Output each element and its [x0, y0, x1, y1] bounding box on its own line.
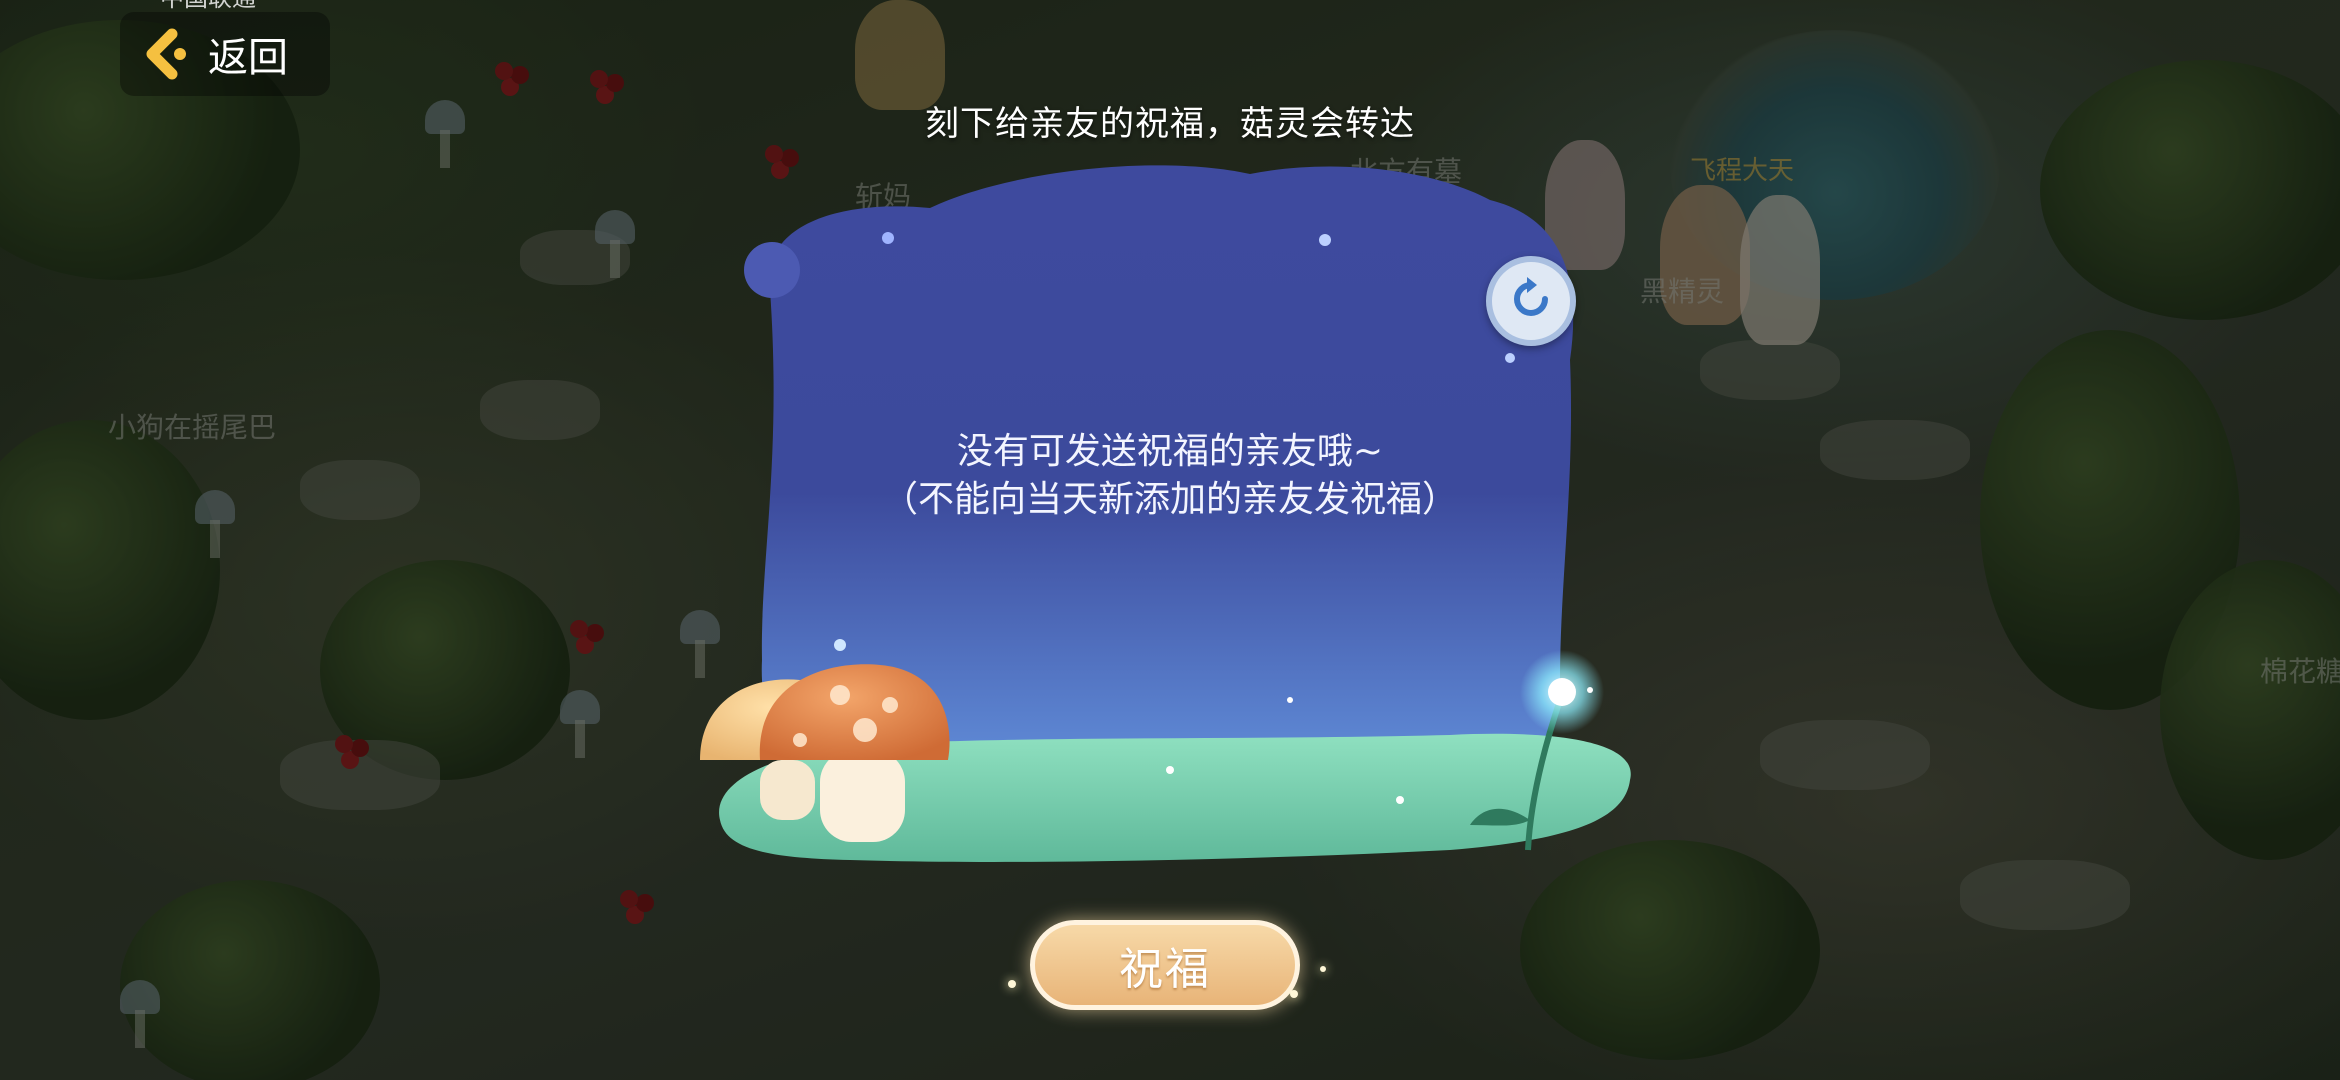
- back-label: 返回: [208, 35, 288, 81]
- sparkle: [1320, 966, 1326, 972]
- sparkle: [1008, 980, 1016, 988]
- blessing-card: 没有可发送祝福的亲友哦~ （不能向当天新添加的亲友发祝福）: [690, 160, 1650, 900]
- chevron-left-icon: [142, 28, 194, 80]
- sparkle: [1290, 990, 1298, 998]
- refresh-button[interactable]: [1486, 256, 1576, 346]
- refresh-icon: [1505, 273, 1557, 329]
- empty-message: 没有可发送祝福的亲友哦~: [956, 431, 1384, 472]
- dialog-title: 刻下给亲友的祝福，菇灵会转达: [925, 104, 1415, 144]
- back-button[interactable]: 返回: [120, 12, 330, 96]
- bless-button[interactable]: 祝福: [1030, 920, 1300, 1010]
- bless-button-label: 祝福: [1119, 944, 1211, 995]
- empty-note: （不能向当天新添加的亲友发祝福）: [881, 479, 1458, 520]
